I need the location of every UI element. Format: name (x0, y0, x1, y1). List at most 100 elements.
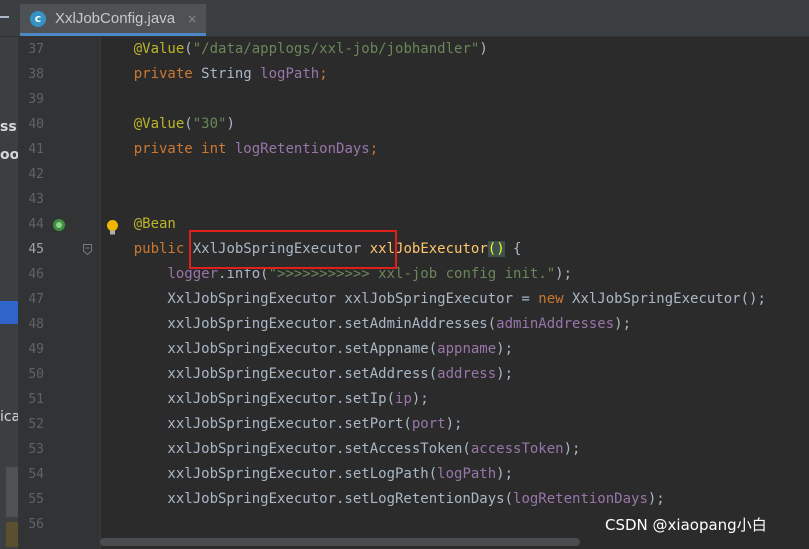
line-number: 43 (28, 192, 44, 207)
code-line[interactable]: 45 public XxlJobSpringExecutor xxlJobExe… (0, 237, 809, 262)
code-token: private (133, 141, 202, 157)
code-line[interactable]: 41 private int logRetentionDays; (0, 137, 809, 162)
code-token: ); (411, 391, 429, 407)
code-text[interactable]: xxlJobSpringExecutor.setAppname(appname)… (100, 337, 513, 362)
code-token: address (437, 366, 497, 382)
watermark: CSDN @xiaopang小白 (605, 516, 767, 534)
line-number: 40 (28, 117, 44, 132)
line-number: 45 (28, 242, 44, 257)
code-token: xxlJobSpringExecutor.setPort( (100, 416, 412, 432)
code-line[interactable]: 49 xxlJobSpringExecutor.setAppname(appna… (0, 337, 809, 362)
code-token: logPath (437, 466, 497, 482)
code-token: ip (395, 391, 412, 407)
code-token: xxlJobSpringExecutor.setIp( (100, 391, 396, 407)
code-line[interactable]: 43 (0, 187, 809, 212)
java-class-icon: c (30, 10, 46, 27)
code-text[interactable]: private String logPath; (100, 62, 328, 87)
close-icon[interactable]: × (187, 12, 197, 26)
code-line[interactable]: 47 XxlJobSpringExecutor xxlJobSpringExec… (0, 287, 809, 312)
code-line[interactable]: 46 logger.info(">>>>>>>>>>> xxl-job conf… (0, 262, 809, 287)
code-token: ) (226, 116, 235, 132)
code-line[interactable]: 38 private String logPath; (0, 62, 809, 87)
code-text[interactable]: @Value("30") (100, 112, 235, 137)
code-text[interactable]: xxlJobSpringExecutor.setIp(ip); (100, 387, 429, 412)
code-text[interactable]: private int logRetentionDays; (100, 137, 378, 162)
line-number: 37 (28, 42, 44, 57)
code-line[interactable]: 50 xxlJobSpringExecutor.setAddress(addre… (0, 362, 809, 387)
code-line[interactable]: 48 xxlJobSpringExecutor.setAdminAddresse… (0, 312, 809, 337)
code-token: ); (496, 341, 514, 357)
code-text[interactable]: xxlJobSpringExecutor.setAccessToken(acce… (100, 437, 580, 462)
code-token: xxlJobSpringExecutor.setAdminAddresses( (100, 316, 497, 332)
code-token: port (411, 416, 446, 432)
code-token: xxlJobSpringExecutor.setAddress( (100, 366, 438, 382)
line-number: 48 (28, 317, 44, 332)
code-token: XxlJobSpringExecutor xxlJobSpringExecuto… (100, 291, 539, 307)
line-number: 54 (28, 467, 44, 482)
code-token: appname (437, 341, 497, 357)
code-token: @Value (133, 41, 185, 57)
code-token: () (487, 241, 505, 257)
code-line[interactable]: 54 xxlJobSpringExecutor.setLogPath(logPa… (0, 462, 809, 487)
line-number: 50 (28, 367, 44, 382)
code-line[interactable]: 39 (0, 87, 809, 112)
code-token: xxlJobSpringExecutor.setLogPath( (100, 466, 438, 482)
collapse-icon[interactable] (0, 16, 9, 18)
code-text[interactable]: xxlJobSpringExecutor.setPort(port); (100, 412, 462, 437)
code-token: ; (319, 66, 328, 82)
code-token: "/data/applogs/xxl-job/jobhandler" (192, 41, 480, 57)
code-token: logRetentionDays (513, 491, 648, 507)
code-token: ) (479, 41, 488, 57)
code-text[interactable]: xxlJobSpringExecutor.setAddress(address)… (100, 362, 513, 387)
code-token: new (538, 291, 573, 307)
code-token: ; (369, 141, 379, 157)
line-number: 38 (28, 67, 44, 82)
code-token: String (201, 66, 261, 82)
code-token: ( (184, 116, 193, 132)
line-number: 55 (28, 492, 44, 507)
code-token: ); (496, 466, 514, 482)
code-token: ( (184, 41, 193, 57)
code-line[interactable]: 40 @Value("30") (0, 112, 809, 137)
lightbulb-icon[interactable] (106, 219, 119, 237)
line-number: 44 (28, 217, 44, 232)
code-token: xxlJobSpringExecutor.setAppname( (100, 341, 438, 357)
code-token: ); (563, 441, 581, 457)
code-line[interactable]: 53 xxlJobSpringExecutor.setAccessToken(a… (0, 437, 809, 462)
line-number: 51 (28, 392, 44, 407)
code-token: int (201, 141, 235, 157)
tab-xxljobconfig[interactable]: c XxlJobConfig.java × (20, 4, 206, 36)
fold-icon[interactable] (83, 244, 92, 255)
code-token: logRetentionDays (234, 141, 370, 157)
horizontal-scrollbar[interactable] (100, 538, 580, 546)
code-line[interactable]: 44 @Bean (0, 212, 809, 237)
line-number: 49 (28, 342, 44, 357)
code-line[interactable]: 42 (0, 162, 809, 187)
code-line[interactable]: 52 xxlJobSpringExecutor.setPort(port); (0, 412, 809, 437)
line-number: 41 (28, 142, 44, 157)
code-line[interactable]: 55 xxlJobSpringExecutor.setLogRetentionD… (0, 487, 809, 512)
line-number: 53 (28, 442, 44, 457)
tab-label: XxlJobConfig.java (55, 10, 176, 27)
line-number: 46 (28, 267, 44, 282)
code-text[interactable]: @Value("/data/applogs/xxl-job/jobhandler… (100, 37, 488, 62)
code-line[interactable]: 37 @Value("/data/applogs/xxl-job/jobhand… (0, 37, 809, 62)
code-text[interactable]: xxlJobSpringExecutor.setAdminAddresses(a… (100, 312, 631, 337)
code-line[interactable]: 51 xxlJobSpringExecutor.setIp(ip); (0, 387, 809, 412)
code-text[interactable]: xxlJobSpringExecutor.setLogRetentionDays… (100, 487, 664, 512)
code-token: XxlJobSpringExecutor(); (572, 291, 766, 307)
code-text[interactable]: xxlJobSpringExecutor.setLogPath(logPath)… (100, 462, 513, 487)
line-number: 56 (28, 517, 44, 532)
code-token: private (133, 66, 202, 82)
spring-bean-icon[interactable] (52, 218, 66, 232)
code-token: "30" (192, 116, 227, 132)
code-token: ); (445, 416, 463, 432)
code-text[interactable]: XxlJobSpringExecutor xxlJobSpringExecuto… (100, 287, 766, 312)
code-token: xxlJobSpringExecutor.setLogRetentionDays… (100, 491, 514, 507)
